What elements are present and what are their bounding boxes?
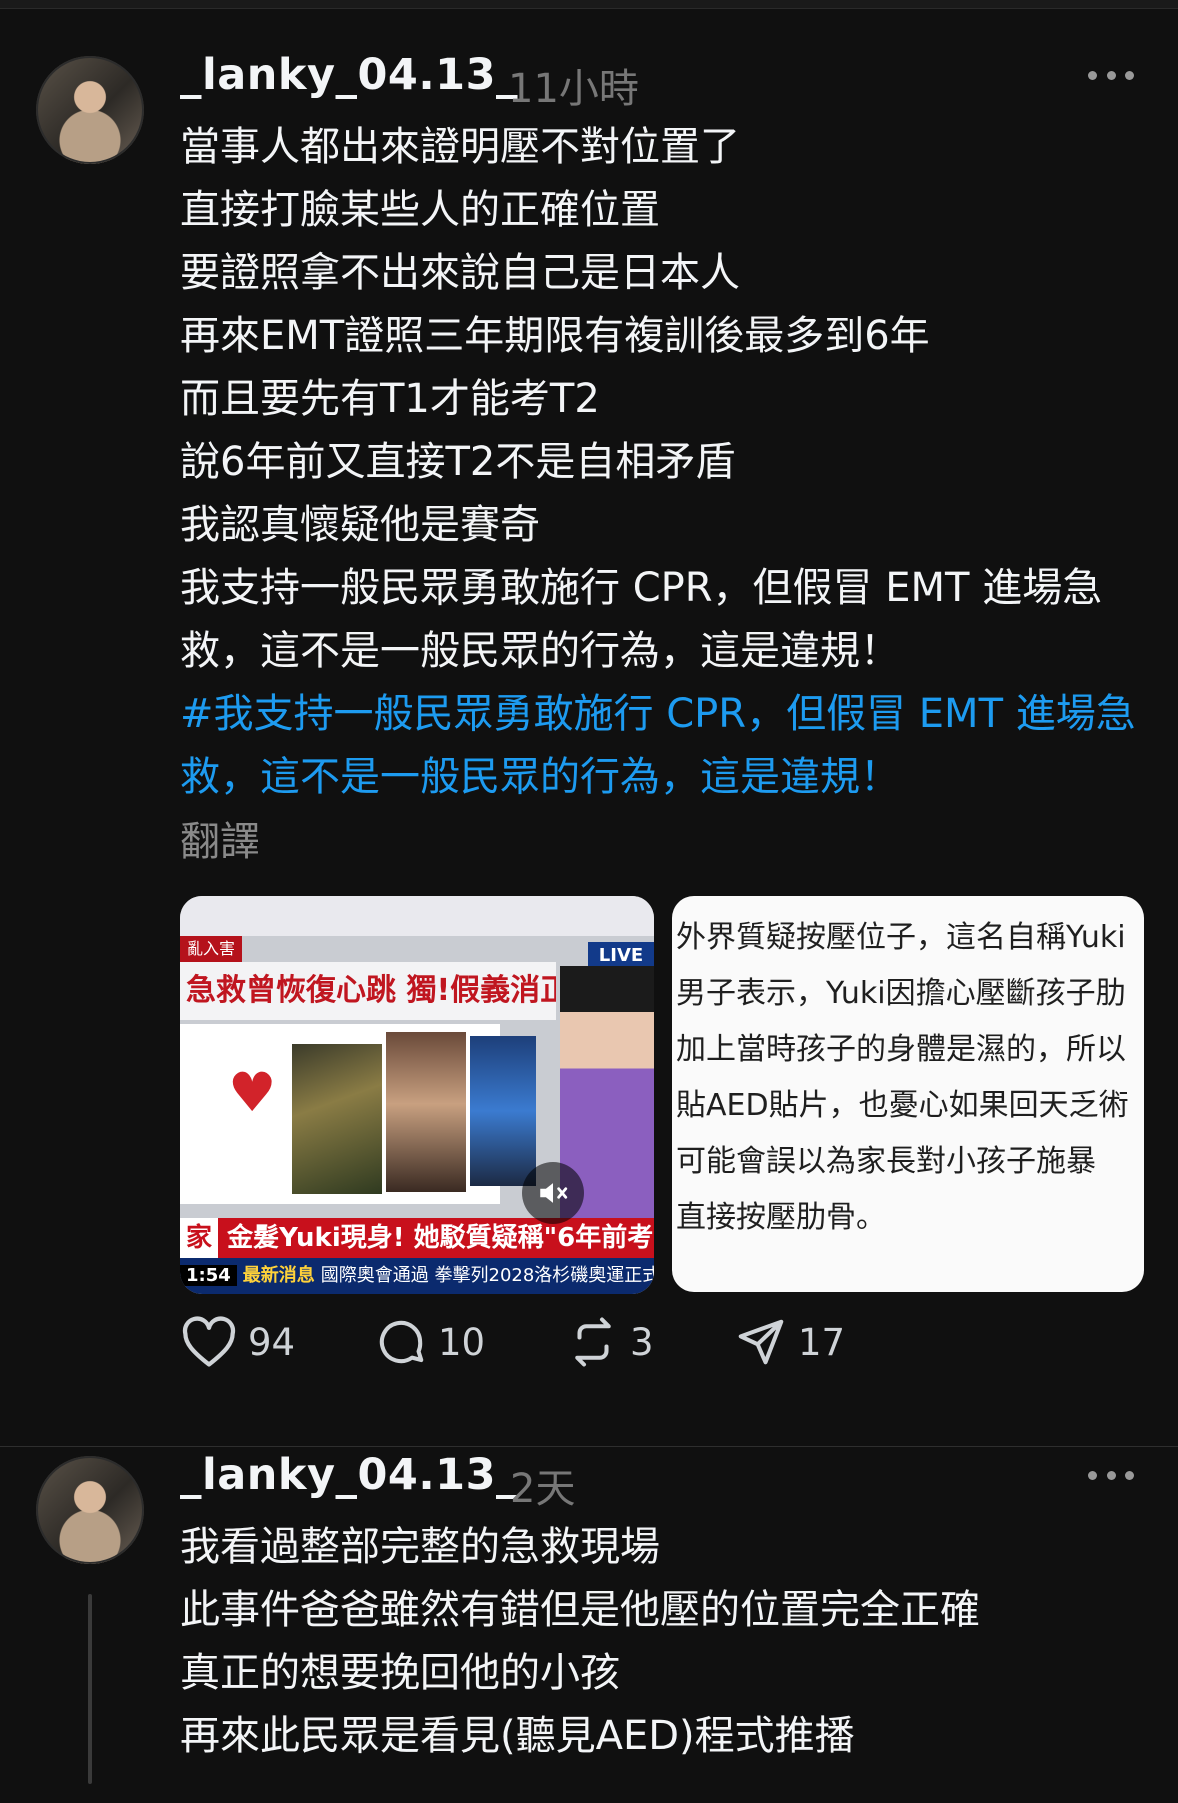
username[interactable]: _lanky_04.13_ bbox=[180, 50, 518, 100]
action-bar: 94 10 3 17 bbox=[180, 1312, 980, 1372]
post-line: 再來此民眾是看見(聽見AED)程式推播 bbox=[180, 1713, 855, 1759]
card-line: 可能會誤以為家長對小孩子施暴 bbox=[676, 1144, 1096, 1179]
video-headline: 急救曾恢復心跳 獨!假義消正職外送員 bbox=[180, 962, 556, 1020]
comment-count: 10 bbox=[438, 1320, 486, 1364]
post-line: 要證照拿不出來說自己是日本人 bbox=[180, 250, 740, 296]
mute-button[interactable] bbox=[522, 1162, 584, 1224]
more-options-button[interactable] bbox=[1088, 1468, 1134, 1482]
more-icon bbox=[1088, 1470, 1097, 1480]
like-count: 94 bbox=[248, 1320, 296, 1364]
post-line: 我認真懷疑他是賽奇 bbox=[180, 502, 540, 548]
card-line: 直接按壓肋骨。 bbox=[676, 1200, 886, 1235]
post-divider bbox=[0, 1446, 1178, 1447]
hashtag-link[interactable]: #我支持一般民眾勇敢施行 CPR，但假冒 EMT 進場急救，這不是一般民眾的行為… bbox=[180, 683, 1140, 809]
more-options-button[interactable] bbox=[1088, 68, 1134, 82]
repost-count: 3 bbox=[630, 1320, 654, 1364]
avatar[interactable] bbox=[36, 1456, 144, 1564]
thread-line bbox=[88, 1594, 92, 1784]
avatar[interactable] bbox=[36, 56, 144, 164]
post-line: 直接打臉某些人的正確位置 bbox=[180, 187, 660, 233]
share-button[interactable]: 17 bbox=[734, 1312, 845, 1372]
video-thumbnail[interactable]: 亂入害命 急救曾恢復心跳 獨!假義消正職外送員 LIVE ♥ 家 金髮Yuki現… bbox=[180, 896, 654, 1294]
like-button[interactable]: 94 bbox=[180, 1312, 295, 1372]
card-line: 加上當時孩子的身體是濕的，所以 bbox=[676, 1032, 1126, 1067]
post-body: 我看過整部完整的急救現場 此事件爸爸雖然有錯但是他壓的位置完全正確 真正的想要挽… bbox=[180, 1516, 1140, 1768]
comment-icon bbox=[379, 1320, 424, 1364]
post-line: 此事件爸爸雖然有錯但是他壓的位置完全正確 bbox=[180, 1587, 980, 1633]
comment-button[interactable]: 10 bbox=[374, 1312, 485, 1372]
post-time: 2天 bbox=[510, 1466, 576, 1512]
top-bar bbox=[0, 0, 1178, 9]
card-line: 貼AED貼片，也憂心如果回天乏術 bbox=[676, 1088, 1129, 1123]
post-body: 當事人都出來證明壓不對位置了 直接打臉某些人的正確位置 要證照拿不出來說自己是日… bbox=[180, 116, 1140, 874]
repost-icon bbox=[575, 1317, 611, 1367]
translate-link[interactable]: 翻譯 bbox=[180, 811, 1140, 874]
media-carousel[interactable]: 亂入害命 急救曾恢復心跳 獨!假義消正職外送員 LIVE ♥ 家 金髮Yuki現… bbox=[180, 896, 1144, 1296]
post-line: 我看過整部完整的急救現場 bbox=[180, 1524, 660, 1570]
card-line: 外界質疑按壓位子，這名自稱Yuki bbox=[676, 920, 1126, 955]
heart-icon bbox=[182, 1316, 236, 1367]
post-line: 而且要先有T1才能考T2 bbox=[180, 376, 600, 422]
post-line: 我支持一般民眾勇敢施行 CPR，但假冒 EMT 進場急救，這不是一般民眾的行為，… bbox=[180, 565, 1103, 674]
share-icon bbox=[738, 1319, 784, 1365]
card-line: 男子表示，Yuki因擔心壓斷孩子肋 bbox=[676, 976, 1126, 1011]
post-line: 當事人都出來證明壓不對位置了 bbox=[180, 124, 740, 170]
video-lower-third: 家 金髮Yuki現身! 她駁質疑稱"6年前考EMT" bbox=[180, 1218, 654, 1258]
post-line: 說6年前又直接T2不是自相矛盾 bbox=[180, 439, 736, 485]
share-count: 17 bbox=[798, 1320, 846, 1364]
username[interactable]: _lanky_04.13_ bbox=[180, 1450, 518, 1500]
mute-icon bbox=[540, 1183, 568, 1203]
video-ticker: 1:54 最新消息 國際奧會通過 拳擊列2028洛杉磯奧運正式運 bbox=[180, 1258, 654, 1294]
more-icon bbox=[1088, 70, 1097, 80]
repost-button[interactable]: 3 bbox=[566, 1312, 654, 1372]
video-tag: 亂入害命 bbox=[180, 936, 242, 984]
heart-graphic: ♥ bbox=[228, 1061, 277, 1124]
post-line: 再來EMT證照三年期限有複訓後最多到6年 bbox=[180, 313, 930, 359]
post-line: 真正的想要挽回他的小孩 bbox=[180, 1650, 620, 1696]
post-time: 11小時 bbox=[508, 66, 639, 112]
text-image-card[interactable]: 外界質疑按壓位子，這名自稱Yuki 男子表示，Yuki因擔心壓斷孩子肋 加上當時… bbox=[672, 896, 1144, 1292]
